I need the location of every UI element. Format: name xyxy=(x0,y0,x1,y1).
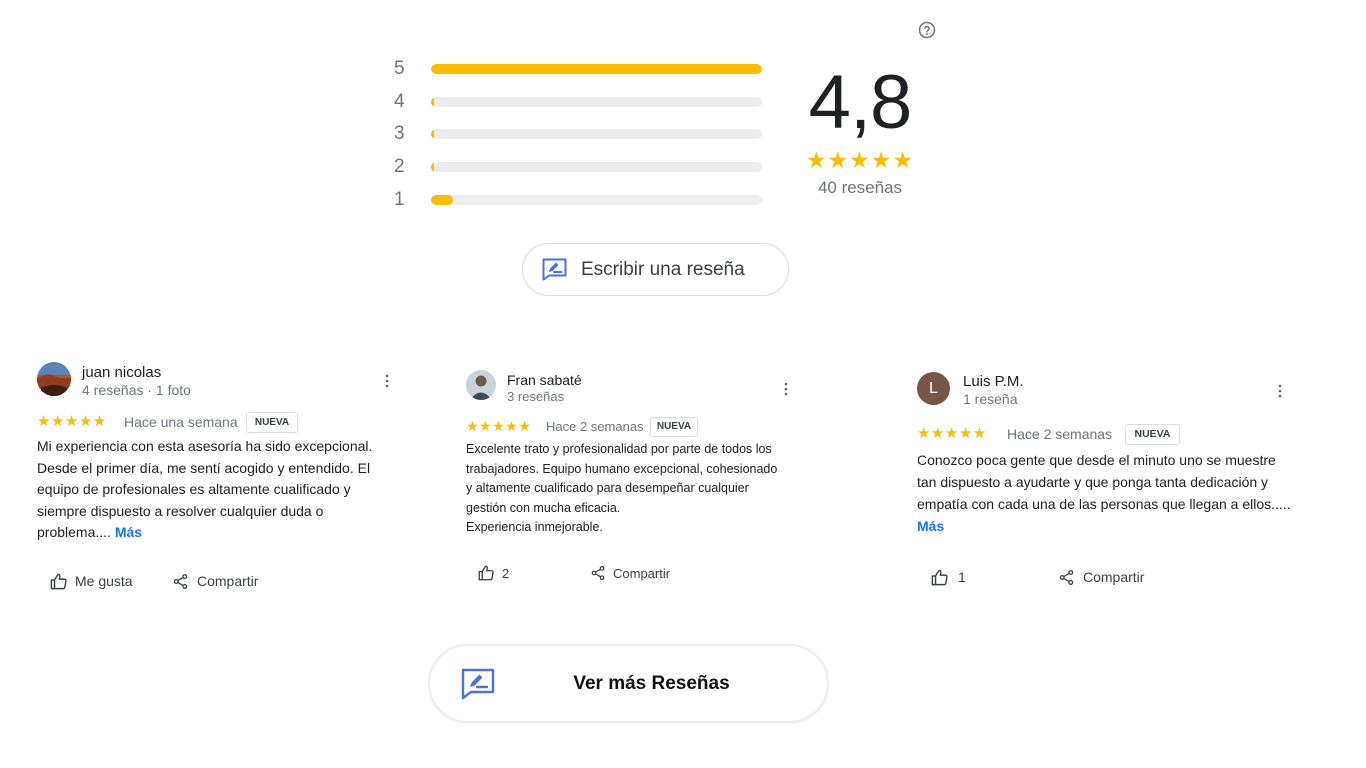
rating-bar-track xyxy=(431,96,762,107)
rating-bar-fill xyxy=(431,162,435,173)
review-text-line: Excelente trato y profesionalidad por pa… xyxy=(466,442,772,456)
review-text-line: Experiencia inmejorable. xyxy=(466,520,603,535)
avatar[interactable] xyxy=(37,362,71,396)
review-stars: ★★★★★ xyxy=(917,425,987,442)
share-icon xyxy=(173,573,188,589)
write-review-button[interactable]: Escribir una reseña xyxy=(522,243,789,296)
reviewer-name[interactable]: Luis P.M. xyxy=(963,372,1024,391)
rating-row-label: 5 xyxy=(394,58,405,79)
more-reviews-label: Ver más Reseñas xyxy=(573,673,730,694)
avatar[interactable]: L xyxy=(917,372,950,405)
review-text: Mi experiencia con esta asesoría ha sido… xyxy=(37,436,397,544)
more-vert-icon[interactable] xyxy=(1275,382,1285,400)
like-label: Me gusta xyxy=(75,573,133,589)
review-text-line: trabajadores. Equipo humano excepcional,… xyxy=(466,461,778,476)
like-button[interactable]: 2 xyxy=(477,563,509,583)
rating-row-label: 1 xyxy=(394,188,405,210)
rating-bar-track xyxy=(431,129,762,140)
review-text: Excelente trato y profesionalidad por pa… xyxy=(466,440,796,538)
reviewer-meta: 3 reseñas xyxy=(507,389,565,404)
review-stars: ★★★★★ xyxy=(37,413,107,430)
share-button[interactable]: Compartir xyxy=(172,571,258,591)
review-date: Hace 2 semanas xyxy=(1007,426,1113,442)
review-text-body: Mi experiencia con esta asesoría ha sido… xyxy=(37,438,373,540)
avatar-photo xyxy=(466,370,496,400)
write-review-label: Escribir una reseña xyxy=(581,259,745,280)
share-label: Compartir xyxy=(1083,569,1145,585)
new-badge: NUEVA xyxy=(1125,424,1180,445)
thumb-up-outline-icon xyxy=(931,569,948,585)
rating-row-1[interactable]: 1 xyxy=(390,187,765,220)
more-vert-icon[interactable] xyxy=(382,372,392,390)
like-button[interactable]: 1 xyxy=(930,567,966,587)
more-link[interactable]: Más xyxy=(115,524,142,540)
review-text-line: y altamente cualificado para desempeñar … xyxy=(466,481,749,496)
review-card: Fran sabaté 3 reseñas ★★★★★ Hace 2 seman… xyxy=(466,370,796,590)
more-link[interactable]: Más xyxy=(917,518,944,534)
review-date: Hace una semana xyxy=(124,414,238,430)
rating-distribution: 5 4 3 2 1 xyxy=(390,56,765,219)
review-card: juan nicolas 4 reseñas · 1 foto ★★★★★ Ha… xyxy=(37,362,397,602)
rating-row-5[interactable]: 5 xyxy=(390,56,765,89)
rating-row-3[interactable]: 3 xyxy=(390,121,765,154)
reviewer-meta: 4 reseñas · 1 foto xyxy=(82,382,191,398)
average-stars: ★★★★★ xyxy=(805,147,915,173)
review-date: Hace 2 semanas xyxy=(546,419,644,434)
help-circle-icon[interactable] xyxy=(917,20,937,40)
share-label: Compartir xyxy=(197,573,259,589)
new-badge: NUEVA xyxy=(650,417,698,437)
more-reviews-button[interactable]: Ver más Reseñas xyxy=(428,644,829,723)
avatar-letter: L xyxy=(917,372,950,405)
rating-bar-fill xyxy=(431,129,435,140)
average-rating: 4,8 xyxy=(808,60,913,145)
review-stars: ★★★★★ xyxy=(466,418,532,434)
like-count: 1 xyxy=(958,569,966,585)
rating-bar-track xyxy=(431,194,762,205)
reviewer-name[interactable]: Fran sabaté xyxy=(507,372,582,389)
review-text-line: gestión con mucha eficacia. xyxy=(466,500,621,515)
rating-row-label: 4 xyxy=(394,90,405,112)
new-badge: NUEVA xyxy=(246,412,298,433)
rating-bar-track xyxy=(431,162,762,173)
more-vert-icon[interactable] xyxy=(781,380,791,398)
share-icon xyxy=(591,566,605,580)
thumb-up-outline-icon xyxy=(50,573,67,589)
rating-bar-fill xyxy=(431,64,762,74)
share-button[interactable]: Compartir xyxy=(590,563,670,583)
review-count[interactable]: 40 reseñas xyxy=(795,176,925,200)
like-button[interactable]: Me gusta xyxy=(49,571,133,591)
review-text-body: Conozco poca gente que desde el minuto u… xyxy=(917,452,1291,512)
rate-review-icon xyxy=(542,258,567,281)
rating-row-label: 3 xyxy=(394,123,405,145)
like-count: 2 xyxy=(502,565,510,581)
reviewer-meta: 1 reseña xyxy=(963,391,1018,407)
avatar-photo xyxy=(37,362,71,396)
rating-row-label: 2 xyxy=(394,156,405,178)
share-button[interactable]: Compartir xyxy=(1058,567,1144,587)
review-text: Conozco poca gente que desde el minuto u… xyxy=(917,449,1292,537)
avatar[interactable] xyxy=(466,370,496,400)
review-card: L Luis P.M. 1 reseña ★★★★★ Hace 2 semana… xyxy=(917,372,1292,594)
rating-row-4[interactable]: 4 xyxy=(390,89,765,122)
thumb-up-outline-icon xyxy=(478,565,494,581)
share-icon xyxy=(1059,569,1074,585)
rating-bar-fill xyxy=(431,194,453,205)
reviewer-name[interactable]: juan nicolas xyxy=(82,363,161,382)
rating-bar-track xyxy=(431,64,762,74)
share-label: Compartir xyxy=(613,565,671,581)
reviews-page: 5 4 3 2 1 4,8 ★★★★★ 40 reseñas Escribir … xyxy=(0,0,1366,768)
rating-bar-fill xyxy=(431,96,435,107)
rating-row-2[interactable]: 2 xyxy=(390,154,765,187)
